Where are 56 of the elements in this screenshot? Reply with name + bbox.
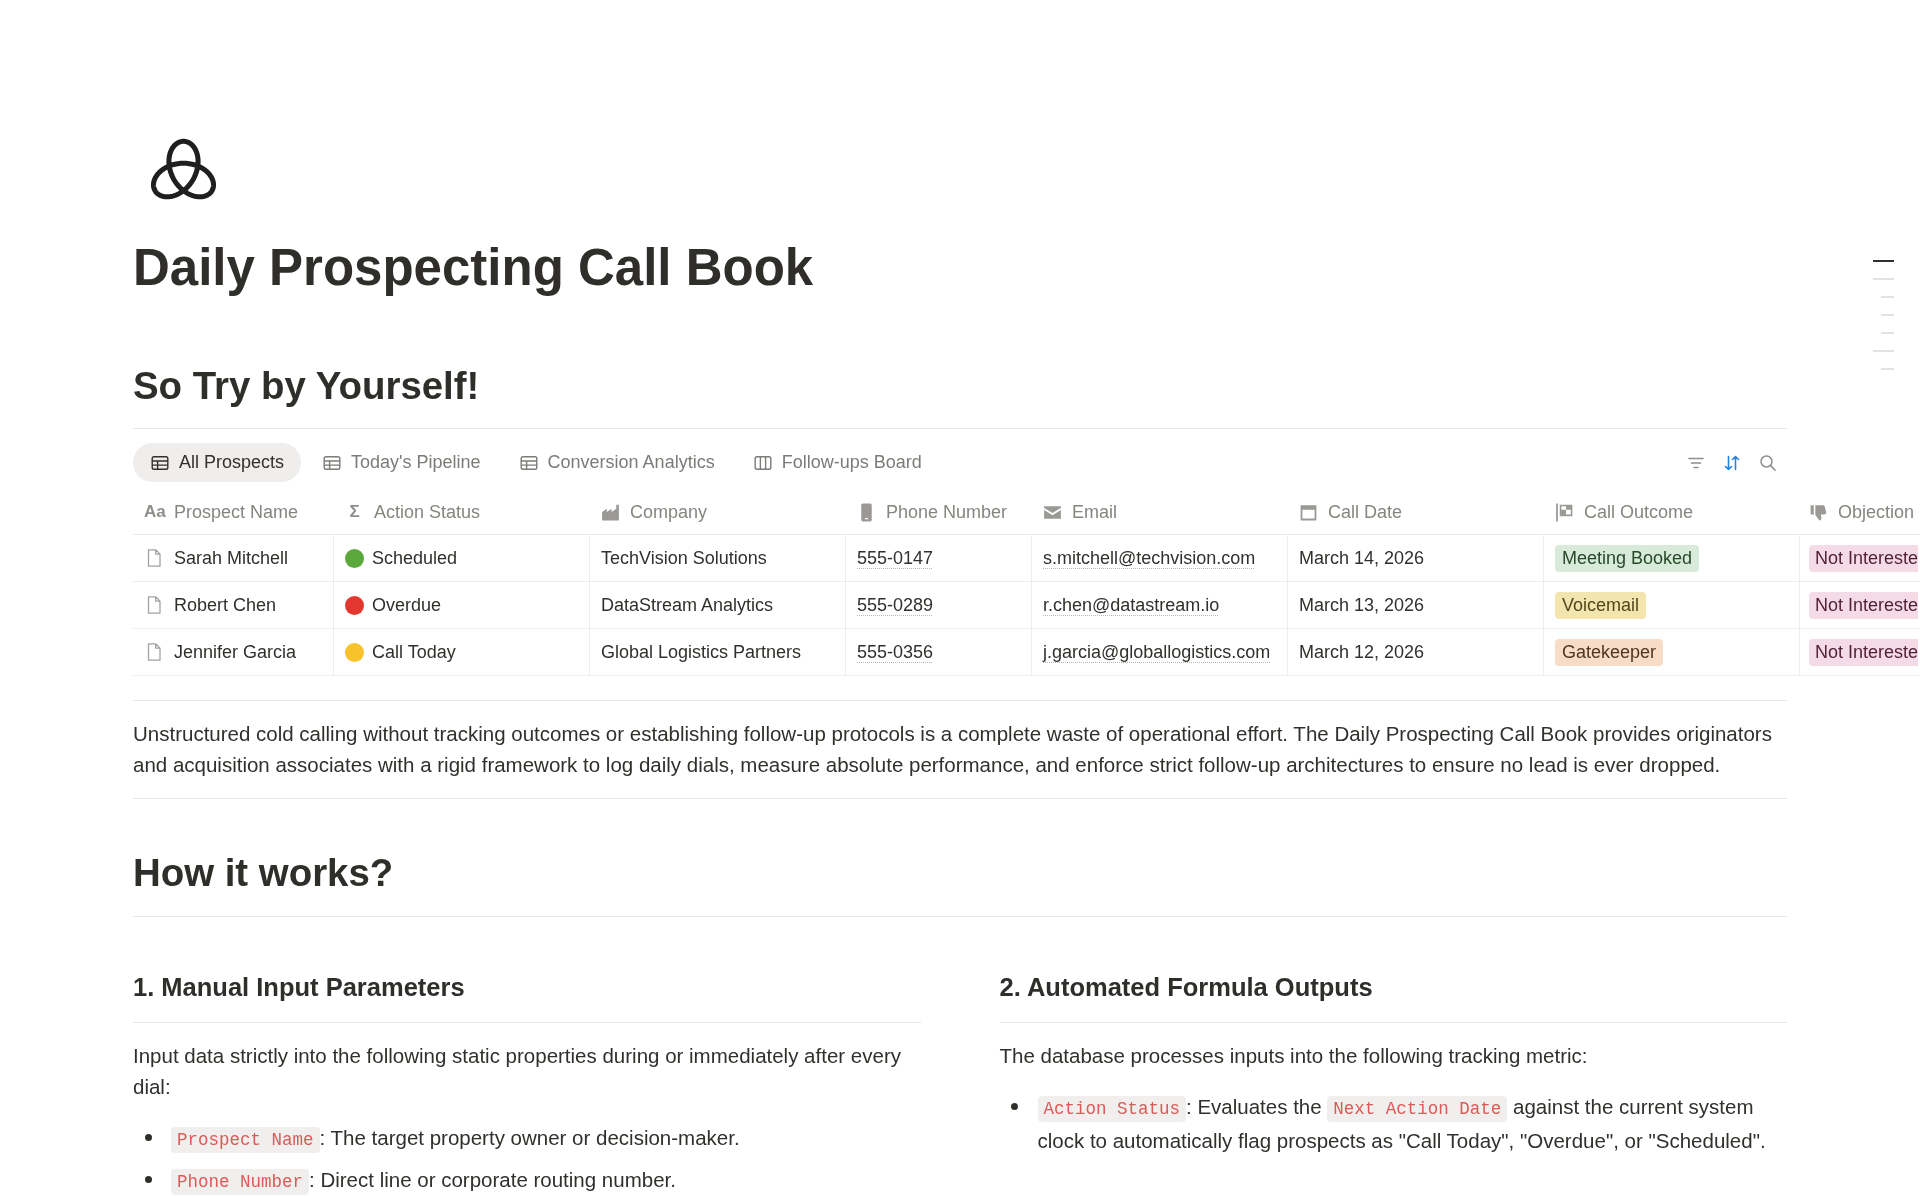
bullet-icon	[144, 1134, 152, 1141]
type-glyph: Σ	[348, 502, 361, 522]
section-heading: So Try by Yourself!	[133, 363, 481, 409]
table-cell: March 12, 2026	[1287, 629, 1543, 675]
bullet-icon	[1011, 1103, 1018, 1110]
table-cell: DataStream Analytics	[589, 582, 845, 628]
option-tag: Not Intereste	[1809, 591, 1919, 619]
status-text: Overdue	[372, 594, 442, 616]
type-glyph: Aa	[144, 502, 165, 522]
column-header[interactable]: Σ Action Status	[333, 490, 589, 534]
intro-paragraph: The database processes inputs into the following tracking metric:	[999, 1043, 1589, 1069]
column-header[interactable]: Company	[589, 490, 845, 534]
email-link[interactable]: r.chen@datastream.io	[1043, 594, 1220, 616]
row-title[interactable]: Sarah Mitchell	[174, 547, 289, 569]
column-header[interactable]: Objection	[1799, 490, 1920, 534]
phone-link[interactable]: 555-0147	[857, 547, 934, 569]
option-tag: Not Intereste	[1809, 544, 1919, 572]
email-link[interactable]: j.garcia@globallogistics.com	[1043, 641, 1271, 663]
table-cell: March 14, 2026	[1287, 535, 1543, 581]
column-header[interactable]: Email	[1031, 490, 1287, 534]
row-title[interactable]: Jennifer Garcia	[174, 641, 297, 663]
body-paragraph: Unstructured cold calling without tracking outcomes or establishing follow-up protocols is a complete waste of operational effort. The Daily Prospecting Call Book provides originators and acquisition associates with a rigid framework to log daily dials, measure absolute performance, and enforce strict follow-up architectures to ensure no lead is ever dropped.	[133, 721, 1773, 778]
list-item-text: Action Status : Evaluates the Next Action Date against the current system clock to automatically flag prospects as "Call Today", "Overdue", or "Scheduled".	[1037, 1094, 1767, 1154]
table-cell: Global Logistics Partners	[589, 629, 845, 675]
bullet-icon	[144, 1176, 152, 1183]
email-link[interactable]: s.mitchell@techvision.com	[1043, 547, 1256, 569]
table-cell: March 13, 2026	[1287, 582, 1543, 628]
column-header[interactable]: Call Outcome	[1543, 490, 1799, 534]
view-tab[interactable]: Today's Pipeline	[305, 443, 498, 482]
status-text: Call Today	[372, 641, 456, 663]
list-item-text: Prospect Name : The target property owner or decision-maker.	[171, 1122, 740, 1156]
column-header[interactable]: Call Date	[1287, 490, 1543, 534]
option-tag: Not Intereste	[1809, 638, 1919, 666]
search-icon	[1758, 452, 1778, 473]
knot-logo-icon	[150, 138, 217, 200]
option-tag: Meeting Booked	[1555, 544, 1700, 572]
view-tab[interactable]: Conversion Analytics	[501, 443, 732, 482]
view-tab[interactable]: All Prospects	[133, 443, 302, 482]
section-heading: How it works?	[133, 850, 395, 896]
list-item-text: Phone Number : Direct line or corporate routing number.	[171, 1164, 676, 1198]
row-title[interactable]: Robert Chen	[174, 594, 277, 616]
table-cell: TechVision Solutions	[589, 535, 845, 581]
option-tag: Gatekeeper	[1555, 638, 1664, 666]
phone-link[interactable]: 555-0289	[857, 594, 934, 616]
column-header[interactable]: Phone Number	[845, 490, 1031, 534]
status-text: Scheduled	[372, 547, 458, 569]
subsection-heading: 1. Manual Input Parameters	[133, 972, 466, 1003]
column-header[interactable]: Aa Prospect Name	[133, 490, 333, 534]
intro-paragraph: Input data strictly into the following static properties during or immediately after every dial:	[133, 1043, 902, 1100]
option-tag: Voicemail	[1555, 591, 1647, 619]
view-tab[interactable]: Follow-ups Board	[735, 443, 939, 482]
subsection-heading: 2. Automated Formula Outputs	[999, 972, 1374, 1003]
phone-link[interactable]: 555-0356	[857, 641, 934, 663]
checkered-flag-icon	[1554, 501, 1575, 523]
page-title: Daily Prospecting Call Book	[133, 238, 815, 298]
heading-marker-icon[interactable]	[1873, 260, 1894, 262]
